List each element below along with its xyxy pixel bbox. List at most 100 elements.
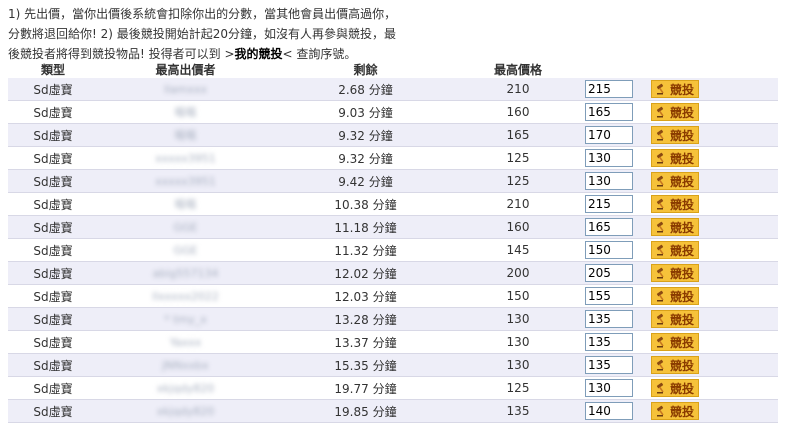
cell-bidder: xxxxx3951 xyxy=(98,146,273,170)
cell-bidder: abig557134 xyxy=(98,261,273,285)
bid-amount-input[interactable] xyxy=(585,103,633,121)
bid-button[interactable]: 競投 xyxy=(651,333,699,351)
bid-amount-input[interactable] xyxy=(585,310,633,328)
cell-type: Sd虛寶 xyxy=(8,146,98,170)
bid-amount-input[interactable] xyxy=(585,333,633,351)
cell-remaining: 19.85 分鐘 xyxy=(273,399,458,423)
cell-rest xyxy=(710,215,778,239)
cell-rest xyxy=(710,238,778,262)
bid-button[interactable]: 競投 xyxy=(651,402,699,420)
my-bids-link[interactable]: 我的競投 xyxy=(235,47,283,61)
cell-bidder: JNNxxbx xyxy=(98,353,273,377)
bid-amount-input[interactable] xyxy=(585,126,633,144)
bid-button[interactable]: 競投 xyxy=(651,80,699,98)
bidder-name: GGE xyxy=(173,244,198,257)
table-row: Sd虛寶 GGE 11.32 分鐘145 競投 xyxy=(8,238,778,262)
bid-amount-input[interactable] xyxy=(585,264,633,282)
bid-button[interactable]: 競投 xyxy=(651,172,699,190)
bid-button[interactable]: 競投 xyxy=(651,218,699,236)
bid-button-label: 競投 xyxy=(669,220,694,235)
bid-button[interactable]: 競投 xyxy=(651,264,699,282)
cell-price: 125 xyxy=(458,146,578,170)
gavel-icon xyxy=(656,244,664,256)
cell-bid-input xyxy=(578,192,640,216)
bid-amount-input[interactable] xyxy=(585,379,633,397)
bidder-name: 嘔嘔 xyxy=(174,106,197,119)
bid-button-label: 競投 xyxy=(669,289,694,304)
bidder-name: GGE xyxy=(173,221,198,234)
bid-button[interactable]: 競投 xyxy=(651,103,699,121)
bid-button[interactable]: 競投 xyxy=(651,379,699,397)
gavel-icon xyxy=(656,129,664,141)
cell-type: Sd虛寶 xyxy=(8,100,98,124)
cell-rest xyxy=(710,146,778,170)
cell-bidder: Yaxxx xyxy=(98,330,273,354)
cell-remaining: 13.28 分鐘 xyxy=(273,307,458,331)
cell-type: Sd虛寶 xyxy=(8,192,98,216)
table-row: Sd虛寶 嘔嘔 10.38 分鐘210 競投 xyxy=(8,192,778,216)
cell-bid-input xyxy=(578,399,640,423)
cell-bidder: xkjqdy820 xyxy=(98,399,273,423)
cell-bid-input xyxy=(578,353,640,377)
header-price: 最高價格 xyxy=(493,62,542,77)
bid-button[interactable]: 競投 xyxy=(651,287,699,305)
bid-button[interactable]: 競投 xyxy=(651,241,699,259)
table-row: Sd虛寶 * tmy_x 13.28 分鐘130 競投 xyxy=(8,307,778,331)
bid-amount-input[interactable] xyxy=(585,402,633,420)
bid-button[interactable]: 競投 xyxy=(651,149,699,167)
bid-button[interactable]: 競投 xyxy=(651,310,699,328)
bid-button[interactable]: 競投 xyxy=(651,356,699,374)
table-row: Sd虛寶 JNNxxbx 15.35 分鐘130 競投 xyxy=(8,353,778,377)
bidder-name: JNNxxbx xyxy=(162,359,209,372)
cell-type: Sd虛寶 xyxy=(8,169,98,193)
cell-type: Sd虛寶 xyxy=(8,261,98,285)
cell-type: Sd虛寶 xyxy=(8,238,98,262)
cell-bid-input xyxy=(578,330,640,354)
bid-amount-input[interactable] xyxy=(585,80,633,98)
bid-amount-input[interactable] xyxy=(585,356,633,374)
cell-bid-input xyxy=(578,215,640,239)
cell-price: 210 xyxy=(458,78,578,101)
cell-remaining: 9.42 分鐘 xyxy=(273,169,458,193)
bidder-name: xkjqdy820 xyxy=(156,382,215,395)
bid-button-label: 競投 xyxy=(669,266,694,281)
bid-button-label: 競投 xyxy=(669,335,694,350)
cell-bidder: * tmy_x xyxy=(98,307,273,331)
bid-button-label: 競投 xyxy=(669,243,694,258)
cell-type: Sd虛寶 xyxy=(8,353,98,377)
cell-price: 135 xyxy=(458,399,578,423)
table-row: Sd虛寶 xkjqdy820 19.77 分鐘125 競投 xyxy=(8,376,778,400)
cell-price: 145 xyxy=(458,238,578,262)
cell-price: 125 xyxy=(458,169,578,193)
cell-rest xyxy=(710,192,778,216)
bid-button[interactable]: 競投 xyxy=(651,195,699,213)
cell-bid-button: 競投 xyxy=(640,399,710,423)
bidder-name: abig557134 xyxy=(152,267,219,280)
bid-amount-input[interactable] xyxy=(585,195,633,213)
bidder-name: 嘔嘔 xyxy=(174,198,197,211)
bid-button-label: 競投 xyxy=(669,128,694,143)
bid-amount-input[interactable] xyxy=(585,218,633,236)
cell-type: Sd虛寶 xyxy=(8,215,98,239)
cell-type: Sd虛寶 xyxy=(8,284,98,308)
bid-amount-input[interactable] xyxy=(585,149,633,167)
cell-bid-input xyxy=(578,284,640,308)
bid-amount-input[interactable] xyxy=(585,241,633,259)
cell-bid-button: 競投 xyxy=(640,307,710,331)
gavel-icon xyxy=(656,290,664,302)
bid-amount-input[interactable] xyxy=(585,172,633,190)
cell-bidder: 嘔嘔 xyxy=(98,192,273,216)
bid-amount-input[interactable] xyxy=(585,287,633,305)
cell-remaining: 9.32 分鐘 xyxy=(273,146,458,170)
cell-type: Sd虛寶 xyxy=(8,376,98,400)
cell-type: Sd虛寶 xyxy=(8,399,98,423)
header-empty-rest xyxy=(710,60,778,78)
gavel-icon xyxy=(656,405,664,417)
cell-price: 200 xyxy=(458,261,578,285)
cell-bid-button: 競投 xyxy=(640,192,710,216)
cell-remaining: 19.77 分鐘 xyxy=(273,376,458,400)
bid-button[interactable]: 競投 xyxy=(651,126,699,144)
bidder-name: * tmy_x xyxy=(164,313,207,326)
cell-price: 150 xyxy=(458,284,578,308)
cell-bid-input xyxy=(578,261,640,285)
